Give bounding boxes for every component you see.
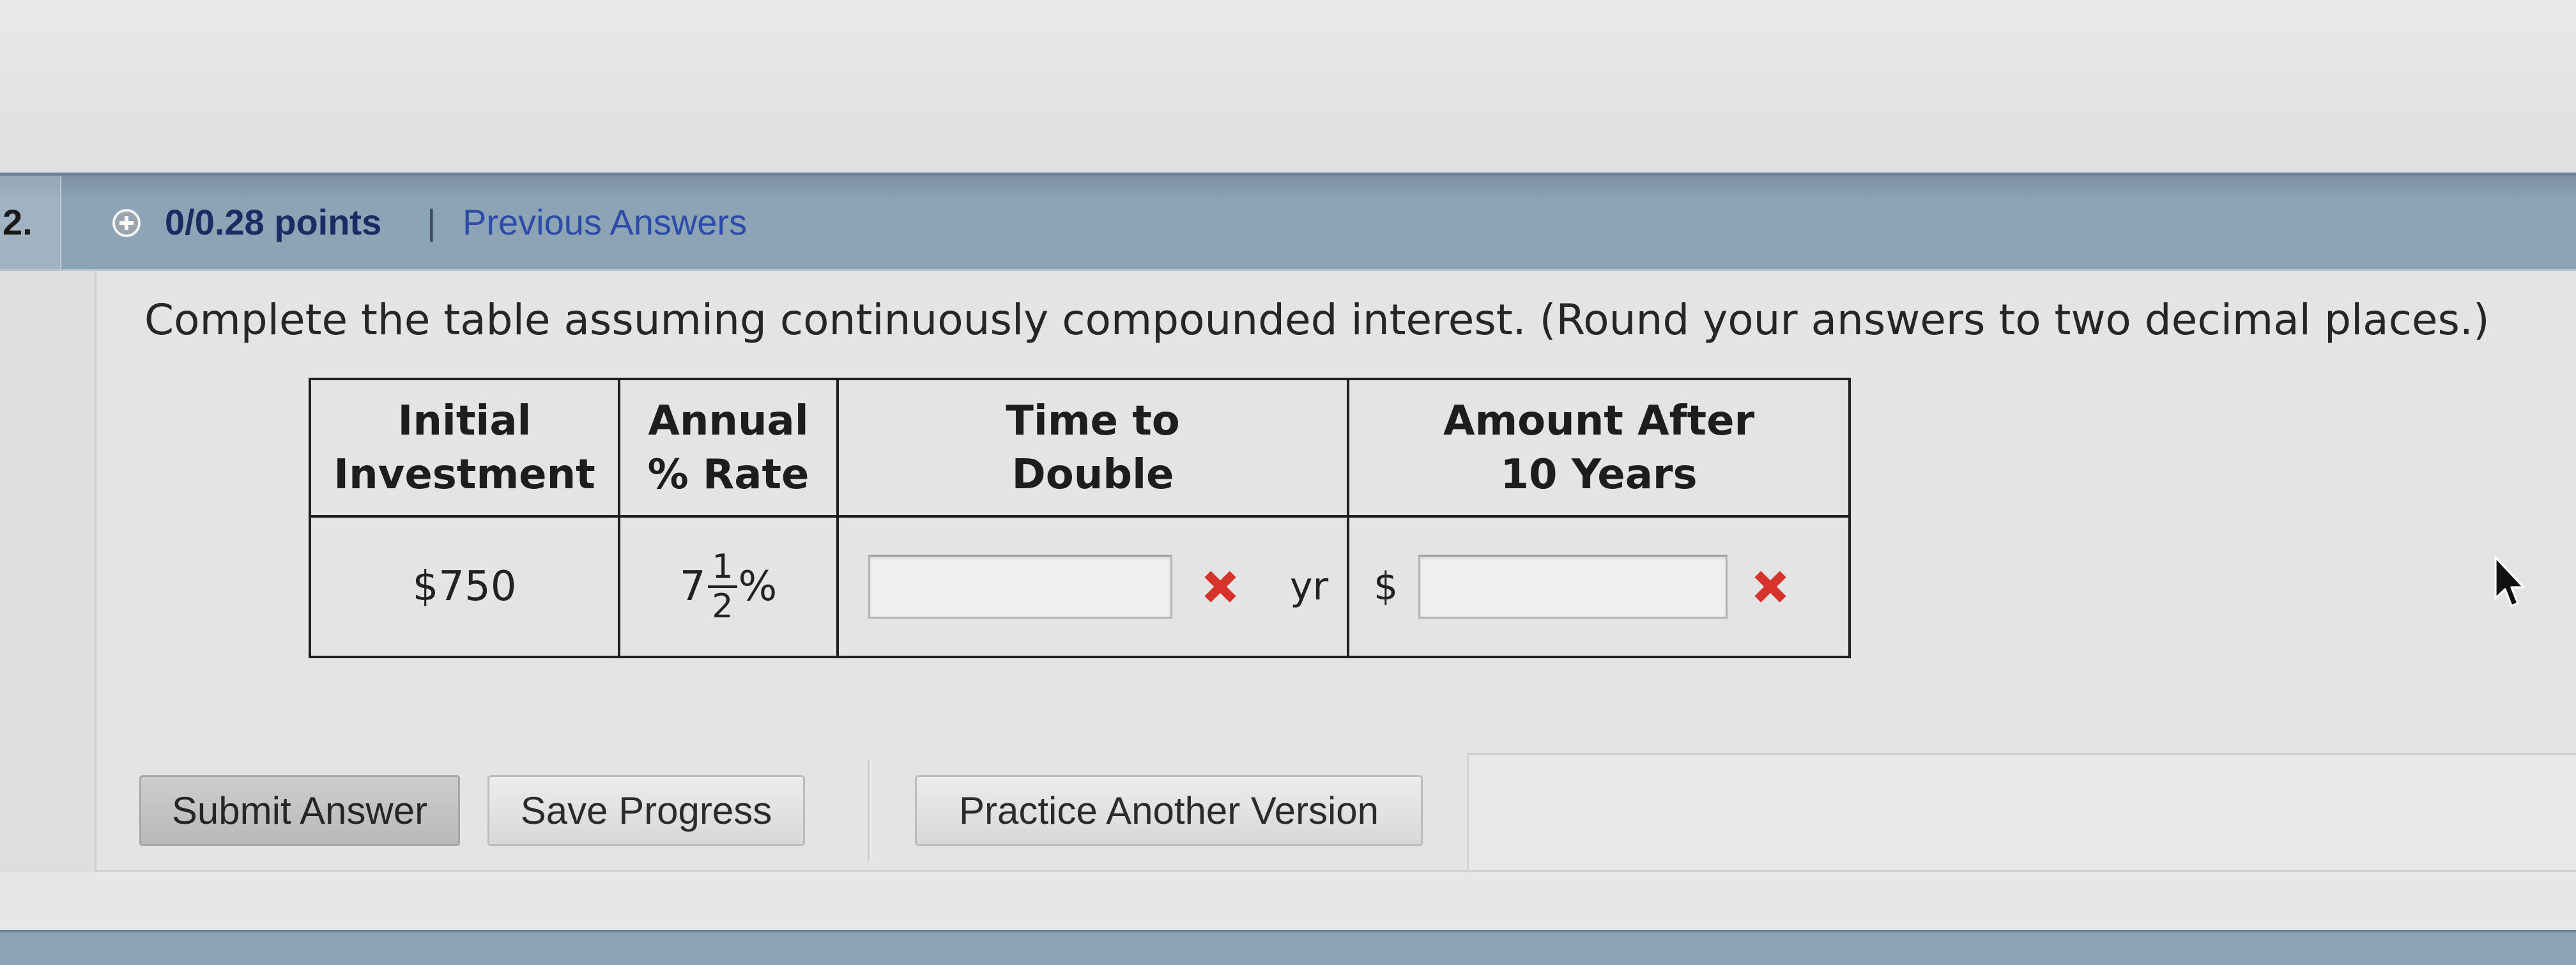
header-initial-investment: Initial Investment	[309, 378, 620, 518]
time-to-double-input[interactable]	[868, 555, 1172, 619]
rate-denominator: 2	[712, 587, 733, 626]
mouse-pointer-icon	[2493, 555, 2526, 612]
incorrect-x-icon	[1202, 568, 1239, 605]
header-line: Investment	[334, 451, 595, 498]
plus-circle-icon-graphic	[112, 209, 141, 237]
incorrect-x-icon-graphic	[1204, 571, 1236, 603]
plus-circle-icon[interactable]	[111, 208, 142, 238]
table-header-row: Initial Investment Annual % Rate Time to…	[309, 378, 1851, 518]
cell-initial-investment: $750	[309, 515, 620, 658]
header-line: Initial	[397, 397, 532, 445]
save-progress-button[interactable]: Save Progress	[487, 775, 805, 846]
side-box-outline	[1467, 753, 2576, 870]
header-line: Time to	[1006, 397, 1180, 445]
header-separator: |	[427, 202, 436, 242]
header-line: Double	[1011, 451, 1174, 498]
amount-after-input[interactable]	[1418, 555, 1728, 619]
top-blank-area	[0, 0, 2576, 173]
incorrect-x-icon-graphic	[1754, 571, 1786, 603]
header-time-to-double: Time to Double	[836, 378, 1349, 518]
previous-answers-link[interactable]: Previous Answers	[463, 176, 747, 269]
header-line: % Rate	[647, 451, 809, 498]
header-annual-rate: Annual % Rate	[618, 378, 839, 518]
header-line: 10 Years	[1500, 451, 1698, 498]
amount-after-wrapper: $	[1349, 518, 1848, 656]
annual-rate-mixed-fraction: 7 1 2 %	[680, 550, 778, 623]
cell-time-to-double: yr	[836, 515, 1349, 658]
cell-annual-rate: 7 1 2 %	[618, 515, 839, 658]
answer-table: Initial Investment Annual % Rate Time to…	[309, 378, 1851, 658]
question-prompt: Complete the table assuming continuously…	[144, 295, 2490, 344]
header-line: Amount After	[1443, 397, 1755, 445]
header-amount-after: Amount After 10 Years	[1347, 378, 1851, 518]
incorrect-x-icon	[1752, 568, 1789, 605]
question-number: 2.	[0, 176, 61, 269]
table-row: $750 7 1 2 % yr $	[309, 515, 1851, 658]
rate-numerator: 1	[708, 550, 737, 588]
next-question-header-bar	[0, 930, 2576, 965]
initial-investment-value: $750	[412, 563, 517, 610]
time-unit-label: yr	[1290, 564, 1329, 609]
question-header-bar: 2. 0/0.28 points | Previous Answers	[0, 173, 2576, 271]
practice-another-version-button[interactable]: Practice Another Version	[915, 775, 1423, 846]
rate-fraction: 1 2	[708, 550, 737, 623]
cell-amount-after: $	[1347, 515, 1851, 658]
button-divider	[868, 760, 870, 860]
rate-percent-sign: %	[738, 563, 778, 610]
header-line: Annual	[648, 397, 809, 445]
below-panel-area	[0, 872, 2576, 930]
time-to-double-wrapper: yr	[839, 518, 1347, 656]
rate-whole: 7	[679, 563, 706, 610]
mouse-pointer-icon-graphic	[2494, 556, 2525, 607]
points-label: 0/0.28 points	[165, 202, 382, 242]
submit-answer-button[interactable]: Submit Answer	[139, 775, 460, 846]
amount-currency-prefix: $	[1374, 564, 1399, 609]
screen: 2. 0/0.28 points | Previous Answers Comp…	[0, 0, 2576, 965]
